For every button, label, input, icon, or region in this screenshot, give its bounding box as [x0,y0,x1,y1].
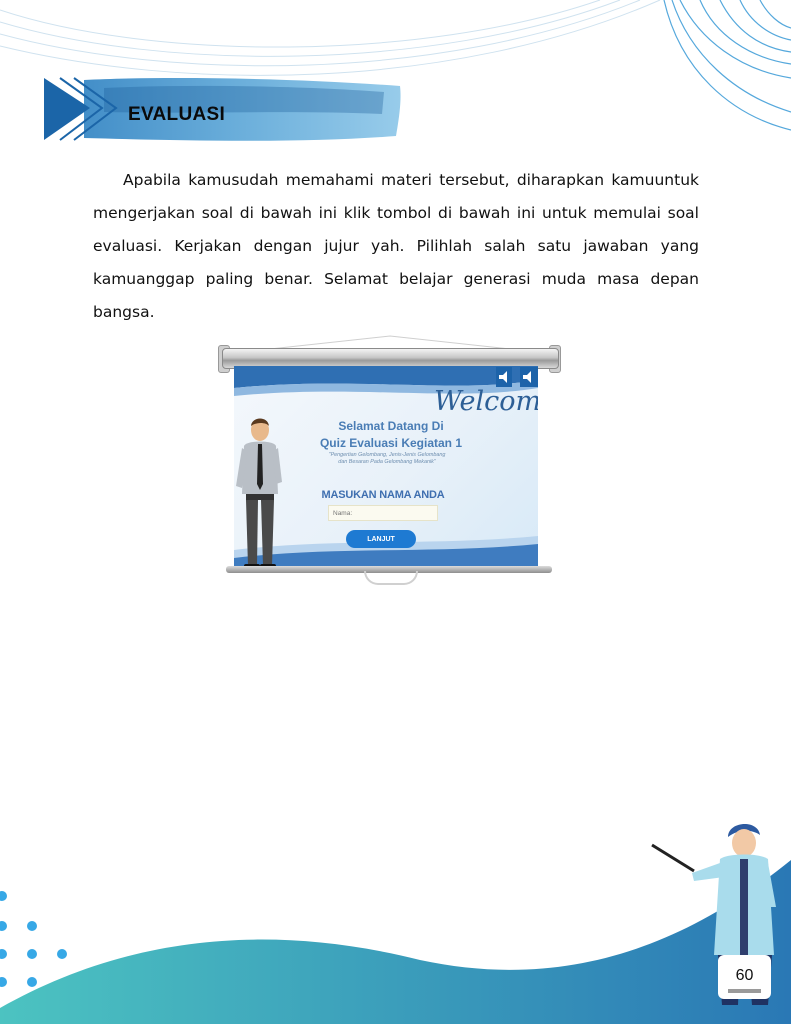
quiz-welcome-slide: Welcome Selamat Datang Di Quiz Evaluasi … [234,366,538,572]
slide-subtitle-line1: "Pengertian Gelombang, Jenis-Jenis Gelom… [328,452,446,458]
intro-paragraph: Apabila kamusudah memahami materi terseb… [93,171,699,321]
slide-subtitle-line2: dan Besaran Pada Gelombang Mekanik" [338,459,436,465]
slide-title-line2: Quiz Evaluasi Kegiatan 1 [319,436,463,450]
continue-button[interactable]: LANJUT [346,530,416,548]
speaker-icon[interactable] [496,367,512,387]
page-number-underline [728,989,761,993]
name-input[interactable] [328,505,438,521]
welcome-script-text: Welcome [434,386,538,417]
slide-title-line1: Selamat Datang Di [338,419,444,433]
section-title: EVALUASI [128,104,226,125]
screen-pull-handle [364,571,418,585]
name-prompt: MASUKAN NAMA ANDA [321,489,445,501]
slide-subtitle: "Pengertian Gelombang, Jenis-Jenis Gelom… [308,452,466,466]
teacher-character-illustration [236,418,282,570]
speaker-icon[interactable] [520,367,538,387]
page-number: 60 [735,967,754,984]
